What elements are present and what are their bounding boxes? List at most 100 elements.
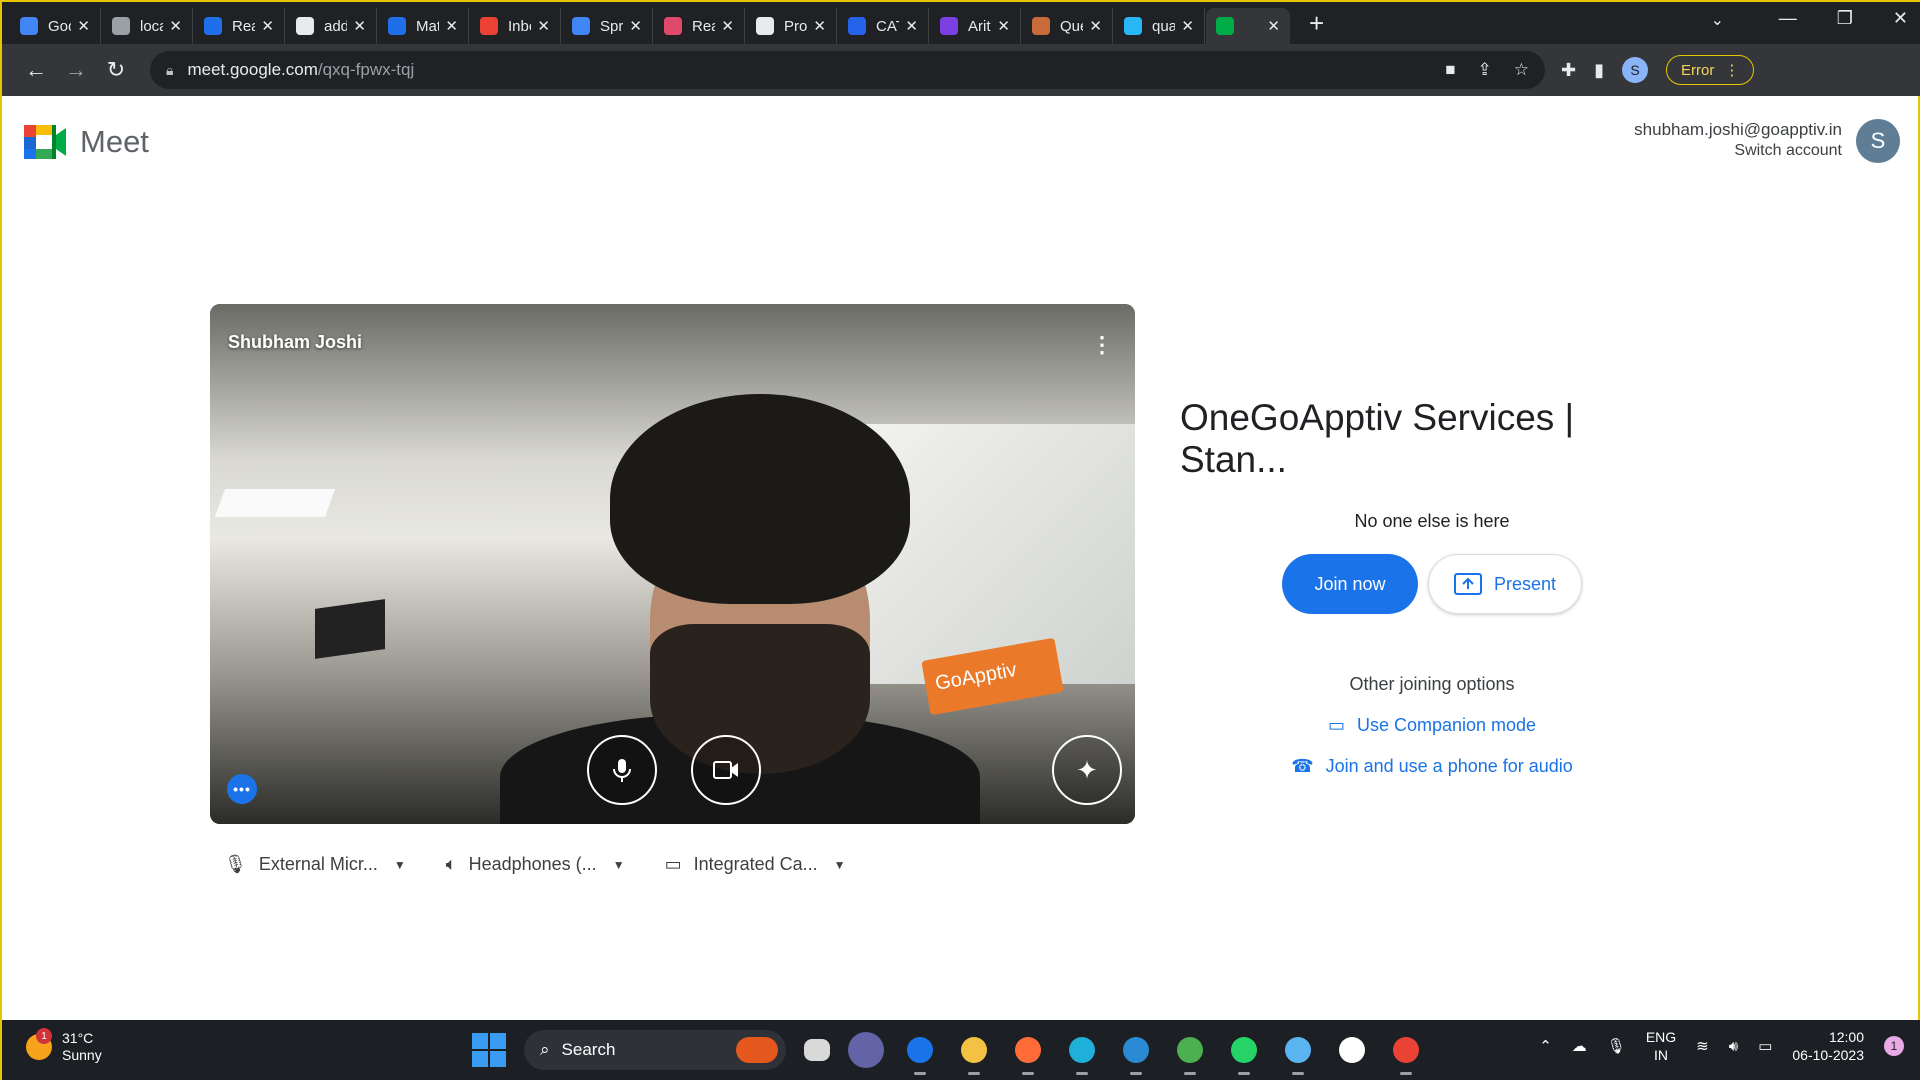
back-button[interactable]: ← [16, 57, 56, 83]
profile-avatar[interactable]: S [1622, 57, 1648, 83]
onedrive-cloud-icon[interactable]: ☁ [1572, 1037, 1587, 1055]
edge-icon[interactable] [1064, 1032, 1100, 1075]
browser-tab[interactable]: Inbo ✕ [470, 8, 561, 44]
wifi-icon[interactable]: ≋ [1696, 1037, 1709, 1055]
browser-tab[interactable]: Que ✕ [1022, 8, 1113, 44]
share-icon[interactable]: ⇪ [1478, 60, 1492, 80]
close-tab-icon[interactable]: ✕ [1267, 17, 1280, 35]
close-tab-icon[interactable]: ✕ [1089, 17, 1102, 35]
tab-title: Rea [692, 17, 716, 35]
close-tab-icon[interactable]: ✕ [997, 17, 1010, 35]
weather-temperature: 31°C [62, 1030, 94, 1046]
chrome-icon[interactable] [1172, 1032, 1208, 1075]
browser-tab[interactable]: Proc ✕ [746, 8, 837, 44]
switch-account-link[interactable]: Switch account [1634, 142, 1842, 160]
other-joining-options-heading: Other joining options [1349, 674, 1515, 694]
extensions-puzzle-icon[interactable]: ✚ [1561, 60, 1576, 81]
browser-toolbar: ← → ↻ 🔒︎ meet.google.com /qxq-fpwx-tqj ■… [2, 44, 1920, 96]
close-tab-icon[interactable]: ✕ [261, 17, 274, 35]
task-view-icon[interactable] [804, 1039, 830, 1061]
stripes-icon [1124, 17, 1142, 35]
maximize-button[interactable]: ❐ [1837, 8, 1853, 29]
browser-tab[interactable]: Goo ✕ [10, 8, 101, 44]
notification-badge[interactable]: 1 [1884, 1036, 1904, 1056]
browser-tab[interactable]: Rea ✕ [654, 8, 745, 44]
google-icon [572, 17, 590, 35]
sun-icon: 1 [26, 1028, 52, 1060]
close-tab-icon[interactable]: ✕ [1181, 17, 1194, 35]
browser-tab[interactable]: CAT ✕ [838, 8, 929, 44]
microphone-toggle-button[interactable] [587, 735, 657, 805]
camera-selector[interactable]: ▭ Integrated Ca... ▼ [665, 854, 846, 875]
browser-tab[interactable]: Spri ✕ [562, 8, 653, 44]
close-tab-icon[interactable]: ✕ [353, 17, 366, 35]
tab-title: Arith [968, 17, 991, 35]
bookmark-star-icon[interactable]: ☆ [1514, 60, 1529, 80]
new-tab-button[interactable]: + [1309, 8, 1324, 39]
show-hidden-icons-chevron-icon[interactable]: ⌃ [1539, 1037, 1552, 1055]
clock[interactable]: 12:00 06-10-2023 [1792, 1028, 1864, 1064]
side-panel-icon[interactable]: ▮ [1594, 60, 1604, 81]
browser-tab[interactable]: ✕ [1206, 8, 1290, 44]
file-explorer-icon[interactable] [956, 1032, 992, 1075]
close-tab-icon[interactable]: ✕ [537, 17, 550, 35]
meet-camera-icon [24, 125, 66, 159]
input-language[interactable]: ENG IN [1646, 1028, 1676, 1064]
notepad-icon[interactable] [1280, 1032, 1316, 1075]
browser-tab[interactable]: Mat ✕ [378, 8, 469, 44]
meet-logo[interactable]: Meet [24, 124, 149, 160]
close-tab-icon[interactable]: ✕ [169, 17, 182, 35]
join-now-button[interactable]: Join now [1282, 554, 1418, 614]
meeting-title: OneGoApptiv Services | Stan... [1180, 397, 1575, 480]
close-tab-icon[interactable]: ✕ [629, 17, 642, 35]
chrome-icon[interactable] [902, 1032, 938, 1075]
browser-tab[interactable]: loca ✕ [102, 8, 193, 44]
browser-tab-strip: Goo ✕ loca ✕ Rea ✕ add ✕ Mat ✕ Inbo ✕ Spri ✕ Rea ✕ Proc ✕… [2, 2, 1920, 44]
whatsapp-icon[interactable] [1226, 1032, 1262, 1075]
more-actions-button[interactable]: ••• [227, 774, 257, 804]
globe-icon [112, 17, 130, 35]
speaker-selector[interactable]: 🔈︎ Headphones (... ▼ [446, 854, 625, 875]
more-options-icon[interactable]: ⋮ [1091, 332, 1113, 358]
close-tab-icon[interactable]: ✕ [721, 17, 734, 35]
mongodb-icon[interactable] [1334, 1032, 1370, 1068]
video-camera-icon [713, 761, 738, 779]
camera-toggle-button[interactable] [691, 735, 761, 805]
close-tab-icon[interactable]: ✕ [445, 17, 458, 35]
weather-widget[interactable]: 1 31°C Sunny [26, 1028, 102, 1064]
error-button[interactable]: Error ⋮ [1666, 55, 1755, 85]
browser-tab[interactable]: Rea ✕ [194, 8, 285, 44]
windows-start-icon[interactable] [472, 1033, 506, 1067]
teams-chat-icon[interactable] [848, 1032, 884, 1068]
account-avatar[interactable]: S [1856, 119, 1900, 163]
lock-icon[interactable]: 🔒︎ [166, 62, 173, 79]
address-bar[interactable]: 🔒︎ meet.google.com /qxq-fpwx-tqj ■ ⇪ ☆ [150, 51, 1545, 89]
forward-button[interactable]: → [56, 57, 96, 83]
browser-tab[interactable]: Arith ✕ [930, 8, 1021, 44]
close-tab-icon[interactable]: ✕ [77, 17, 90, 35]
browser-tab[interactable]: qua ✕ [1114, 8, 1205, 44]
taskbar-search[interactable]: ⌕ Search [524, 1030, 786, 1070]
visual-effects-button[interactable]: ✦ [1052, 735, 1122, 805]
browser-tab[interactable]: add ✕ [286, 8, 377, 44]
reload-button[interactable]: ↻ [96, 57, 136, 83]
microphone-selector[interactable]: 🎙︎ External Micr... ▼ [224, 854, 406, 875]
vscode-icon[interactable] [1118, 1032, 1154, 1075]
present-button[interactable]: Present [1428, 554, 1582, 614]
present-screen-icon [1453, 573, 1482, 595]
phone-audio-link[interactable]: ☎ Join and use a phone for audio [1182, 756, 1682, 777]
close-window-button[interactable]: ✕ [1893, 8, 1908, 29]
tab-title: Que [1060, 17, 1083, 35]
close-tab-icon[interactable]: ✕ [813, 17, 826, 35]
tab-search-chevron-icon[interactable]: ⌄ [1711, 10, 1724, 30]
microphone-icon[interactable]: 🎙︎ [1607, 1037, 1626, 1055]
volume-icon[interactable]: 🔊︎ [1729, 1038, 1738, 1055]
camera-in-use-icon[interactable]: ■ [1445, 60, 1455, 80]
url-path: /qxq-fpwx-tqj [317, 60, 415, 79]
battery-icon[interactable]: ▭ [1758, 1037, 1772, 1055]
chrome-icon[interactable] [1388, 1032, 1424, 1075]
minimize-button[interactable]: — [1779, 8, 1797, 29]
postman-icon[interactable] [1010, 1032, 1046, 1075]
companion-mode-link[interactable]: ▭ Use Companion mode [1182, 715, 1682, 736]
close-tab-icon[interactable]: ✕ [905, 17, 918, 35]
